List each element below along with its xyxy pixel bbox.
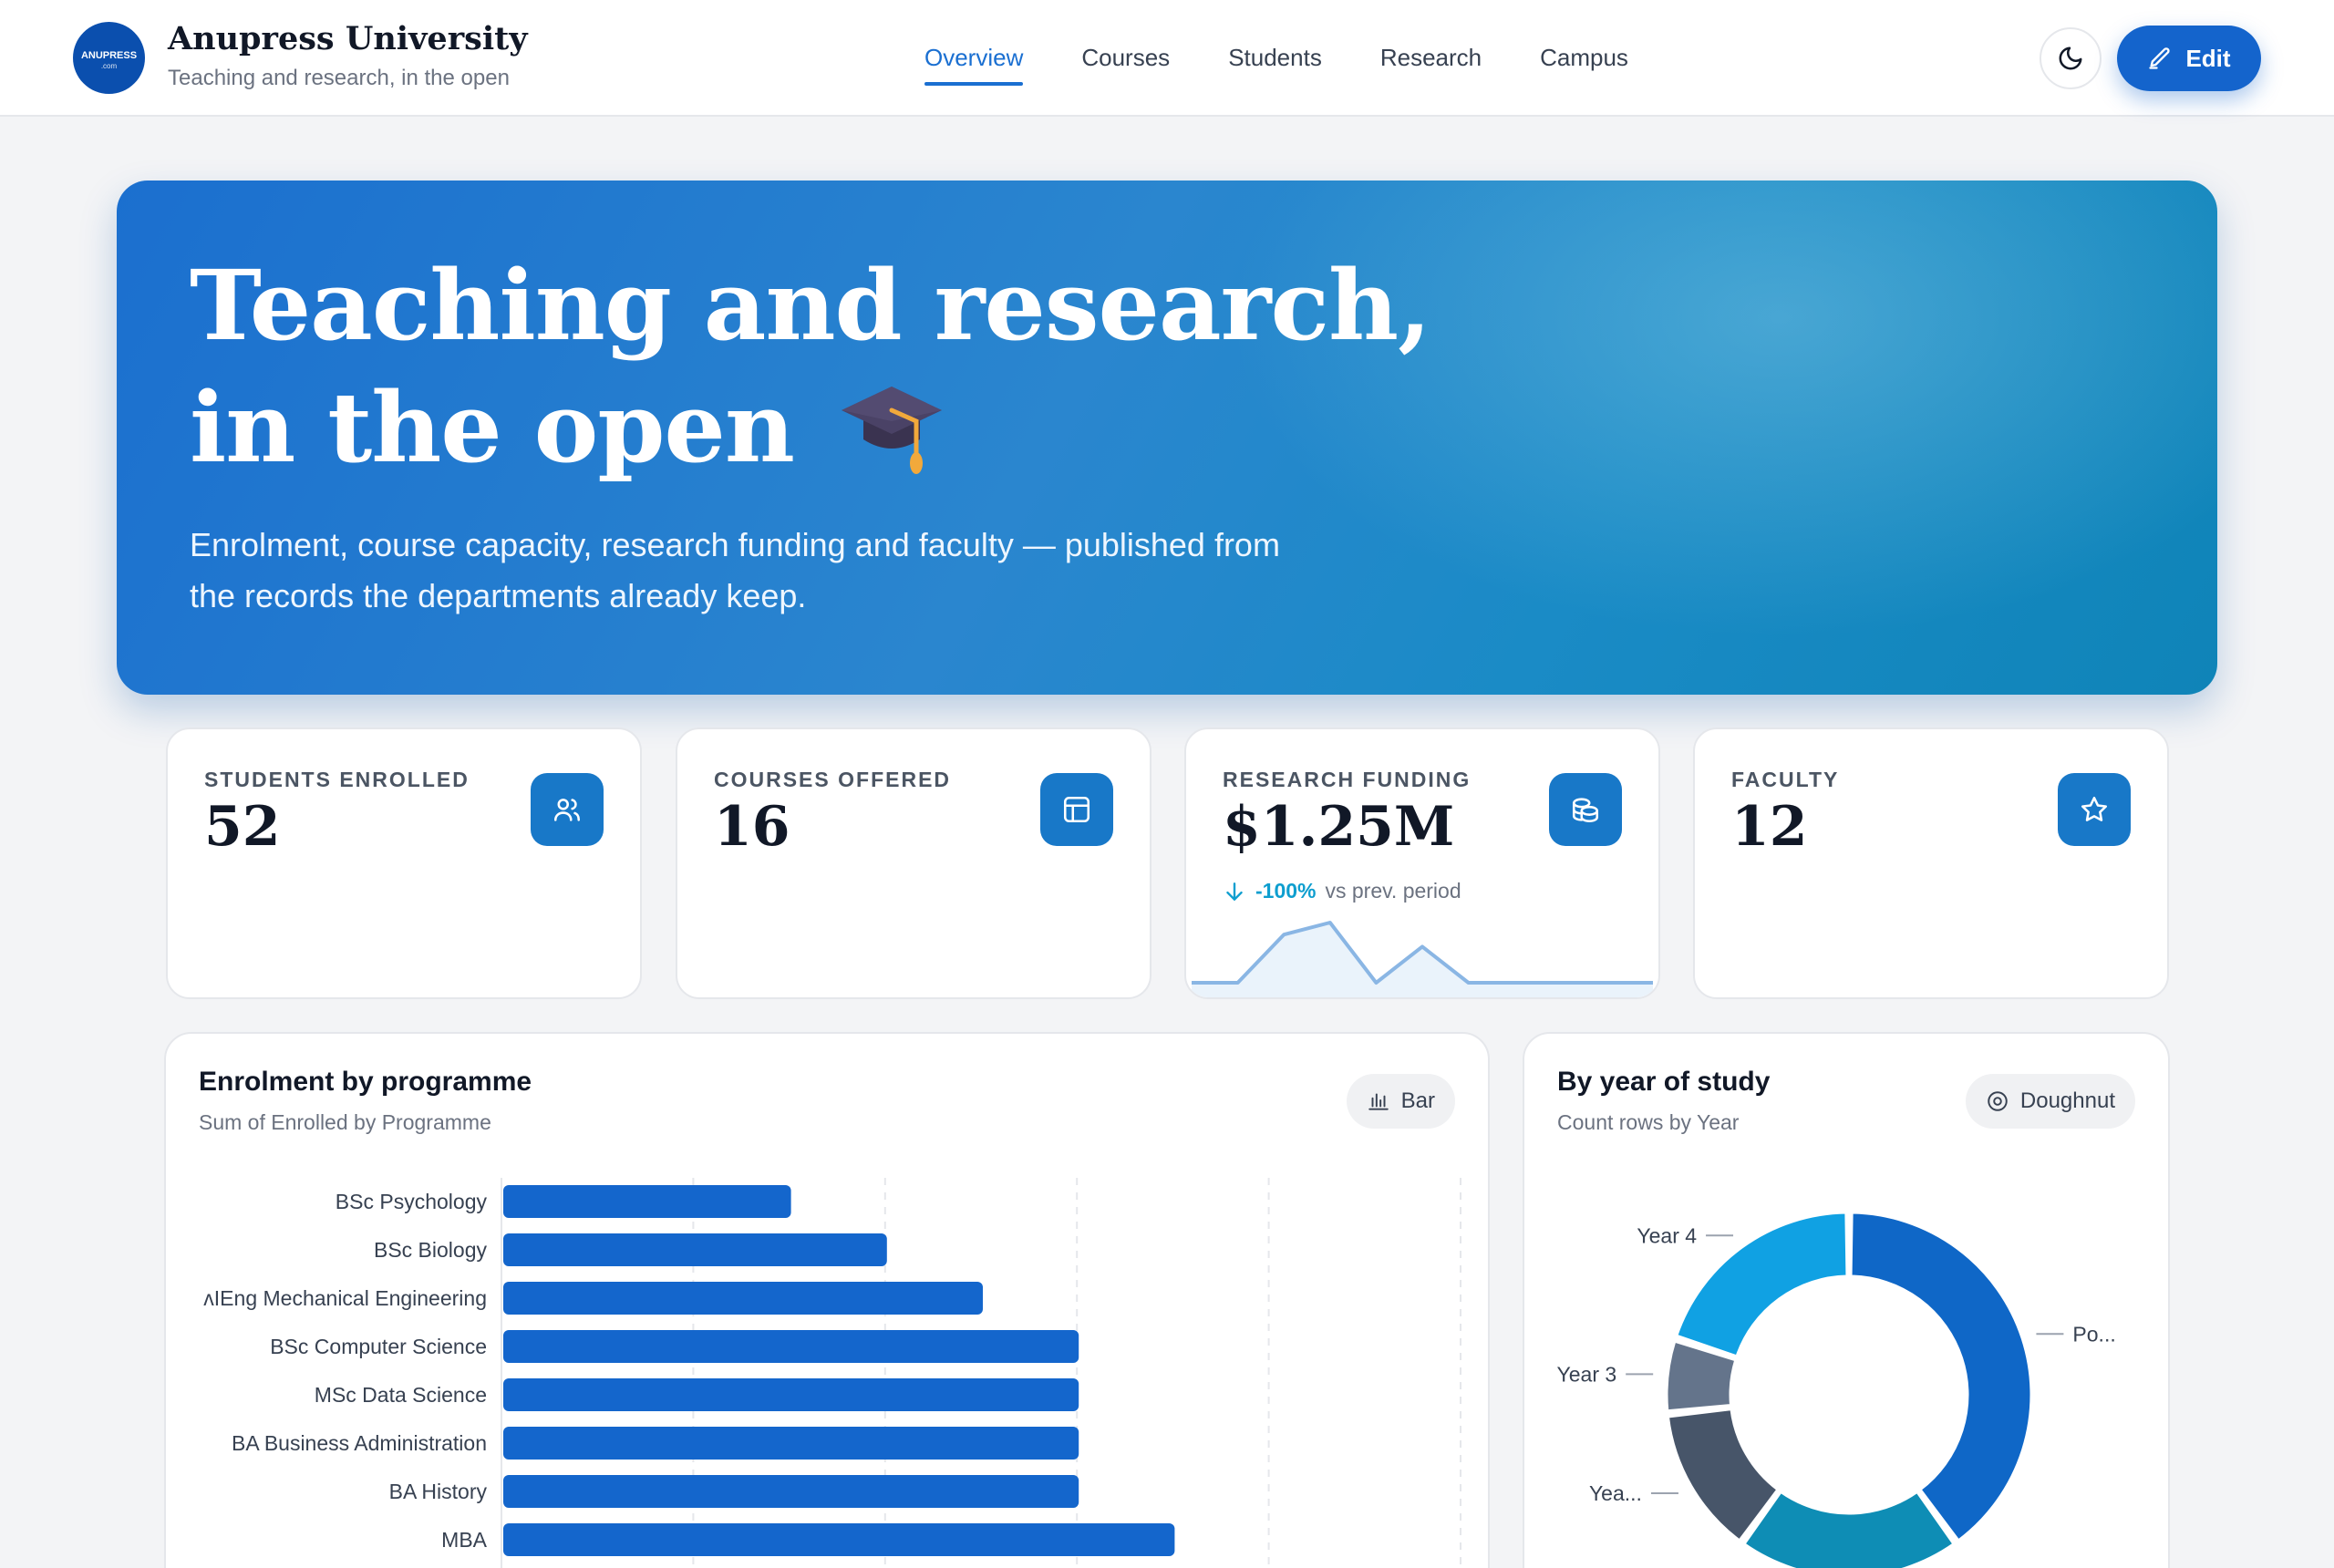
- bar[interactable]: [503, 1185, 791, 1218]
- doughnut-slice[interactable]: [1742, 1490, 1956, 1568]
- card-title: By year of study: [1557, 1067, 1771, 1097]
- card-subtitle: Count rows by Year: [1557, 1110, 1740, 1134]
- hero-banner: Teaching and research, in the open Enrol…: [117, 181, 2217, 695]
- bar[interactable]: [503, 1330, 1079, 1363]
- kpi-delta-percent: -100%: [1255, 879, 1317, 903]
- theme-toggle-button[interactable]: [2040, 27, 2102, 89]
- kpi-courses-offered: COURSES OFFERED 16: [676, 727, 1152, 999]
- kpi-value: 16: [714, 795, 790, 859]
- bar[interactable]: [503, 1378, 1079, 1411]
- bar-category-label: BSc Biology: [374, 1238, 488, 1262]
- hero-title-line1: Teaching and research,: [190, 248, 1431, 362]
- bar[interactable]: [503, 1523, 1175, 1556]
- kpi-value: $1.25M: [1223, 795, 1455, 859]
- kpi-label: RESEARCH FUNDING: [1223, 768, 1472, 791]
- slice-label: Yea...: [1589, 1481, 1642, 1505]
- year-doughnut-chart: Po...Year 1Yea...Year 3Year 4: [1557, 1211, 2116, 1568]
- edit-button[interactable]: Edit: [2117, 26, 2261, 91]
- year-of-study-card: By year of study Count rows by Year Doug…: [1523, 1032, 2170, 1568]
- nav-courses[interactable]: Courses: [1081, 44, 1170, 86]
- doughnut-slice[interactable]: [1849, 1211, 2033, 1542]
- bar-chart-icon: [1368, 1093, 1389, 1110]
- edit-button-label: Edit: [2185, 44, 2231, 72]
- bar-category-label: ʌIEng Mechanical Engineering: [203, 1286, 487, 1310]
- logo-subtext: .com: [100, 62, 118, 70]
- chart-type-selector[interactable]: Bar: [1346, 1074, 1455, 1129]
- kpi-label: STUDENTS ENROLLED: [204, 768, 470, 791]
- chart-type-label: Doughnut: [2019, 1088, 2115, 1113]
- hero-description: Enrolment, course capacity, research fun…: [190, 526, 1280, 614]
- brand-name: Anupress University: [168, 20, 528, 57]
- bar[interactable]: [503, 1233, 887, 1266]
- doughnut-slice[interactable]: [1675, 1211, 1849, 1358]
- enrolment-bar-chart: BSc Psychology BSc Biology ʌIEng Mechanica…: [203, 1178, 1461, 1568]
- kpi-delta: -100% vs prev. period: [1223, 879, 1461, 903]
- bar[interactable]: [503, 1427, 1079, 1460]
- coins-icon: [1549, 773, 1622, 846]
- hero-title: Teaching and research, in the open: [190, 244, 1431, 489]
- bar-category-label: MSc Data Science: [315, 1383, 487, 1407]
- bar-category-label: BA Business Administration: [232, 1431, 487, 1455]
- slice-label: Year 3: [1557, 1362, 1617, 1386]
- graduation-cap-icon: [841, 387, 942, 474]
- nav-campus[interactable]: Campus: [1540, 44, 1628, 86]
- nav-students[interactable]: Students: [1228, 44, 1322, 86]
- card-subtitle: Sum of Enrolled by Programme: [199, 1110, 491, 1134]
- users-icon: [531, 773, 604, 846]
- card-title: Enrolment by programme: [199, 1067, 532, 1097]
- top-header: ANUPRESS .com Anupress University Teachi…: [0, 0, 2334, 117]
- bar-category-label: BSc Computer Science: [270, 1335, 487, 1358]
- university-logo[interactable]: ANUPRESS .com: [73, 22, 145, 94]
- kpi-research-funding: RESEARCH FUNDING $1.25M -100% vs prev. p…: [1184, 727, 1660, 999]
- hero-title-line2: in the open: [190, 370, 795, 484]
- bar[interactable]: [503, 1282, 983, 1315]
- bar-category-label: BSc Psychology: [336, 1190, 488, 1213]
- pencil-icon: [2149, 47, 2170, 69]
- nav-research[interactable]: Research: [1380, 44, 1482, 86]
- bar[interactable]: [503, 1475, 1079, 1508]
- kpi-label: FACULTY: [1731, 768, 1840, 791]
- chart-type-label: Bar: [1400, 1088, 1435, 1113]
- slice-label: Po...: [2072, 1322, 2115, 1346]
- arrow-down-icon: [1226, 882, 1243, 901]
- moon-icon: [2059, 46, 2082, 70]
- logo-text: ANUPRESS: [80, 50, 138, 61]
- nav-overview[interactable]: Overview: [924, 44, 1024, 86]
- chart-type-selector[interactable]: Doughnut: [1965, 1074, 2135, 1129]
- bar-category-label: BA History: [389, 1480, 488, 1503]
- kpi-faculty: FACULTY 12: [1693, 727, 2169, 999]
- funding-sparkline: [1192, 921, 1653, 997]
- kpi-value: 12: [1731, 795, 1808, 859]
- star-icon: [2058, 773, 2131, 846]
- kpi-delta-text: vs prev. period: [1325, 879, 1461, 903]
- main-nav: Overview Courses Students Research Campu…: [924, 44, 1628, 86]
- kpi-students-enrolled: STUDENTS ENROLLED 52: [166, 727, 642, 999]
- kpi-label: COURSES OFFERED: [714, 768, 952, 791]
- slice-label: Year 4: [1637, 1223, 1697, 1247]
- enrolment-chart-card: Enrolment by programme Sum of Enrolled b…: [164, 1032, 1490, 1568]
- kpi-value: 52: [204, 795, 281, 859]
- brand-tagline: Teaching and research, in the open: [168, 66, 510, 90]
- layout-icon: [1040, 773, 1113, 846]
- donut-chart-icon: [1988, 1091, 2008, 1111]
- bar-category-label: MBA: [441, 1528, 488, 1552]
